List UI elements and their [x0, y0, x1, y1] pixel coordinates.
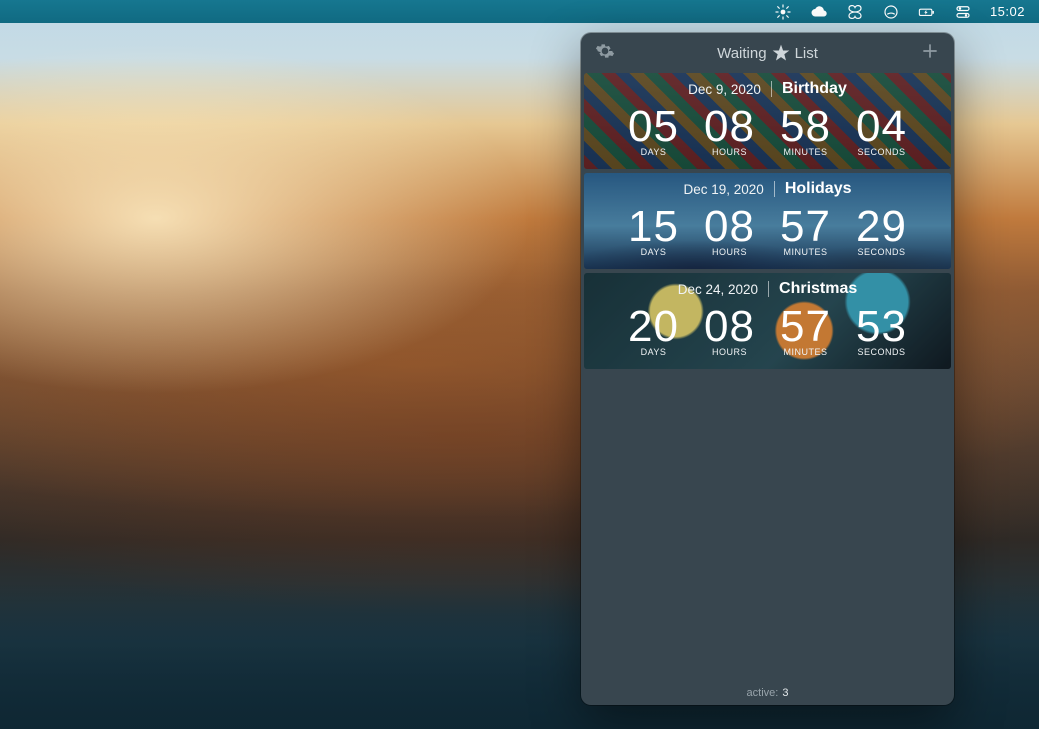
countdown-card[interactable]: Dec 19, 2020 Holidays 15DAYS 08HOURS 57M… [584, 173, 951, 269]
footer-label: active: [747, 687, 779, 699]
waiting-list-panel: Waiting List Dec 9, 2020 Birthday 05DAYS… [581, 33, 954, 705]
countdown-list: Dec 9, 2020 Birthday 05DAYS 08HOURS 58MI… [581, 73, 954, 681]
card-header: Dec 24, 2020 Christmas [584, 273, 951, 298]
hours-unit: 08HOURS [699, 305, 761, 357]
card-name: Holidays [785, 180, 852, 198]
card-header: Dec 9, 2020 Birthday [584, 73, 951, 98]
card-header: Dec 19, 2020 Holidays [584, 173, 951, 198]
card-name: Christmas [779, 280, 857, 298]
minutes-unit: 57MINUTES [775, 305, 837, 357]
butterfly-icon[interactable] [846, 3, 864, 21]
panel-title-right: List [795, 45, 818, 62]
app-star-icon[interactable] [774, 3, 792, 21]
minutes-unit: 58MINUTES [775, 105, 837, 157]
countdown-card[interactable]: Dec 24, 2020 Christmas 20DAYS 08HOURS 57… [584, 273, 951, 369]
days-unit: 20DAYS [623, 305, 685, 357]
hours-unit: 08HOURS [699, 205, 761, 257]
panel-header: Waiting List [581, 33, 954, 73]
seconds-unit: 29SECONDS [851, 205, 913, 257]
panel-footer: active: 3 [581, 681, 954, 705]
control-center-icon[interactable] [954, 3, 972, 21]
separator [771, 81, 772, 97]
hours-unit: 08HOURS [699, 105, 761, 157]
seconds-unit: 53SECONDS [851, 305, 913, 357]
panel-title: Waiting List [581, 43, 954, 63]
star-separator-icon [771, 43, 791, 63]
footer-count: 3 [782, 687, 788, 699]
menu-bar: 15:02 [0, 0, 1039, 23]
days-unit: 15DAYS [623, 205, 685, 257]
days-unit: 05DAYS [623, 105, 685, 157]
do-not-disturb-icon[interactable] [882, 3, 900, 21]
separator [768, 281, 769, 297]
seconds-unit: 04SECONDS [851, 105, 913, 157]
separator [774, 181, 775, 197]
card-counter: 15DAYS 08HOURS 57MINUTES 29SECONDS [584, 198, 951, 269]
countdown-card[interactable]: Dec 9, 2020 Birthday 05DAYS 08HOURS 58MI… [584, 73, 951, 169]
menu-clock[interactable]: 15:02 [990, 4, 1025, 19]
cloud-icon[interactable] [810, 3, 828, 21]
settings-button[interactable] [591, 37, 619, 70]
card-name: Birthday [782, 80, 847, 98]
panel-title-left: Waiting [717, 45, 766, 62]
minutes-unit: 57MINUTES [775, 205, 837, 257]
battery-icon[interactable] [918, 3, 936, 21]
card-counter: 05DAYS 08HOURS 58MINUTES 04SECONDS [584, 98, 951, 169]
card-date: Dec 9, 2020 [688, 82, 761, 97]
card-date: Dec 24, 2020 [678, 282, 758, 297]
card-date: Dec 19, 2020 [684, 182, 764, 197]
card-counter: 20DAYS 08HOURS 57MINUTES 53SECONDS [584, 298, 951, 369]
add-button[interactable] [916, 37, 944, 70]
